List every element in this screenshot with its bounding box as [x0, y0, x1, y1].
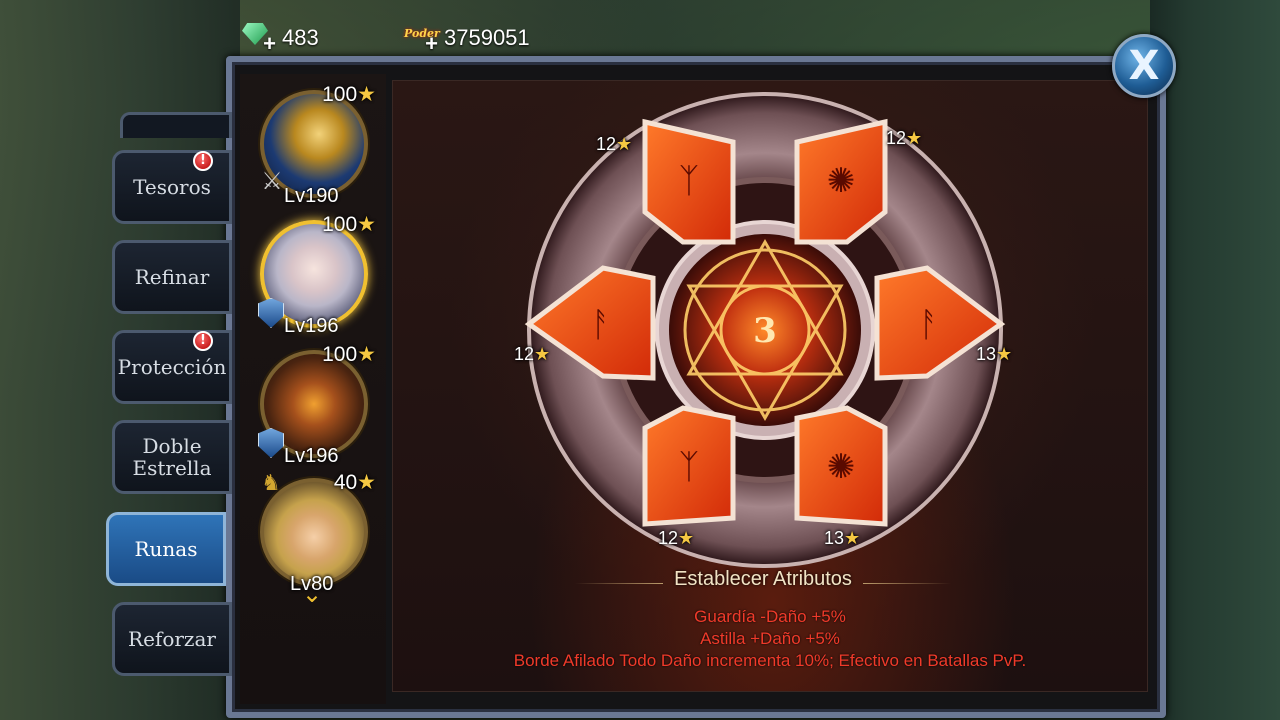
- gem-icon: +: [242, 23, 276, 55]
- tab-refinar[interactable]: Refinar: [112, 240, 232, 314]
- star-icon: ★: [357, 343, 376, 366]
- tab-label: Doble Estrella: [132, 434, 212, 480]
- power-value: 3759051: [444, 25, 530, 50]
- star-icon: ★: [357, 83, 376, 106]
- swords-icon: ⚔: [261, 168, 283, 195]
- rune-level-top-left: 12★: [596, 134, 633, 154]
- shield-icon: [258, 428, 284, 458]
- star-icon: ★: [616, 134, 633, 154]
- hero-level: Lv196: [284, 315, 339, 337]
- attribute-line: Borde Afilado Todo Daño incrementa 10%; …: [513, 651, 1027, 670]
- scenery-right: [1150, 0, 1280, 720]
- hero-stars: 100★: [322, 83, 376, 106]
- power-icon: Poder +: [404, 27, 440, 56]
- star-icon: ★: [996, 344, 1013, 364]
- rune-level-bottom-left: 12★: [658, 528, 695, 548]
- close-icon: X: [1128, 43, 1160, 89]
- star-icon: ★: [678, 528, 695, 548]
- tab-label: Reforzar: [128, 627, 216, 651]
- rune-slot-top-right[interactable]: ✺: [794, 118, 888, 245]
- tab-doble-estrella[interactable]: Doble Estrella: [112, 420, 232, 494]
- power-counter: Poder + 3759051: [404, 20, 530, 56]
- set-attributes-title: Establecer Atributos: [575, 568, 951, 596]
- horse-icon: ♞: [261, 470, 281, 495]
- hero-card[interactable]: ♞ 40★ Lv80: [260, 470, 376, 595]
- rune-level-left: 12★: [514, 344, 551, 364]
- tab-label: Protección: [117, 355, 227, 379]
- alert-icon: !: [193, 331, 213, 351]
- shield-icon: [258, 298, 284, 328]
- attribute-line: Astilla +Daño +5%: [700, 629, 840, 648]
- hero-stars: 100★: [322, 343, 376, 366]
- tab-reforzar[interactable]: Reforzar: [112, 602, 232, 676]
- scroll-down-chevron-icon[interactable]: ⌄: [290, 583, 334, 607]
- gems-value: 483: [282, 25, 319, 50]
- rune-slot-bottom-left[interactable]: ᛉ: [642, 405, 736, 527]
- attribute-line: Guardía -Daño +5%: [694, 607, 846, 626]
- rune-level-right: 13★: [976, 344, 1013, 364]
- close-button[interactable]: X: [1112, 34, 1176, 98]
- rune-glyph-icon: ᚨ: [919, 306, 939, 344]
- rune-slot-top-left[interactable]: ᛉ: [642, 118, 736, 245]
- rune-level-top-right: 12★: [886, 128, 923, 148]
- rune-rank: 3: [753, 311, 777, 351]
- rune-glyph-icon: ᛉ: [679, 162, 699, 200]
- rune-glyph-icon: ᛉ: [679, 448, 699, 486]
- rune-level-bottom-right: 13★: [824, 528, 861, 548]
- rune-glyph-icon: ✺: [827, 448, 856, 486]
- rune-wheel: 3 ᛉ ✺ ᚨ ᚨ ᛉ ✺: [524, 92, 1006, 568]
- star-icon: ★: [534, 344, 551, 364]
- tab-label: Tesoros: [133, 175, 211, 199]
- tab-label: Runas: [134, 537, 198, 561]
- hero-card-selected[interactable]: 100★ Lv196: [258, 212, 376, 337]
- star-icon: ★: [357, 471, 376, 494]
- hero-stars: 100★: [322, 213, 376, 236]
- star-icon: ★: [906, 128, 923, 148]
- star-icon: ★: [844, 528, 861, 548]
- hero-card[interactable]: 100★ Lv196: [258, 342, 376, 467]
- star-icon: ★: [357, 213, 376, 236]
- tab-proteccion[interactable]: Protección !: [112, 330, 232, 404]
- hero-card[interactable]: ⚔ 100★ Lv190: [260, 82, 376, 207]
- gems-counter[interactable]: + 483: [242, 20, 319, 56]
- hero-level: Lv190: [284, 185, 339, 207]
- tab-label: Refinar: [134, 265, 210, 289]
- hero-stars: 40★: [333, 471, 376, 494]
- tab-stub: [120, 112, 232, 138]
- rune-glyph-icon: ᚨ: [591, 306, 611, 344]
- tab-tesoros[interactable]: Tesoros !: [112, 150, 232, 224]
- tab-runas[interactable]: Runas: [106, 512, 226, 586]
- alert-icon: !: [193, 151, 213, 171]
- rune-slot-bottom-right[interactable]: ✺: [794, 405, 888, 527]
- hero-level: Lv196: [284, 445, 339, 467]
- rune-glyph-icon: ✺: [827, 162, 856, 200]
